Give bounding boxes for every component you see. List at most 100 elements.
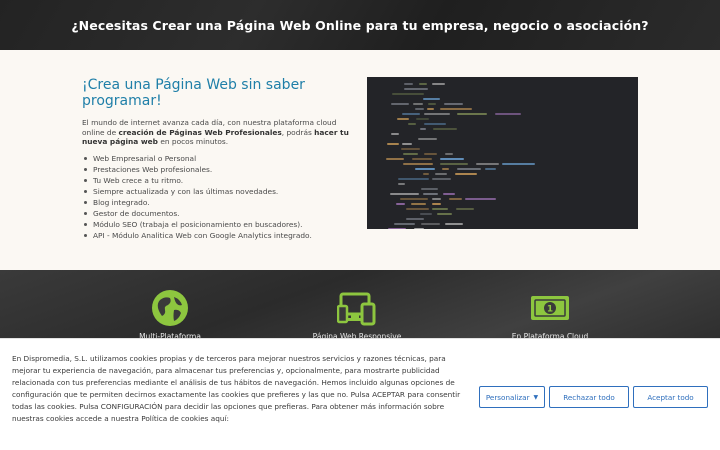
service-cloud: 1 En Plataforma Cloud — [490, 288, 610, 341]
code-line-mark — [424, 153, 437, 155]
code-line-mark — [442, 168, 449, 170]
code-line-mark — [457, 113, 487, 115]
code-line-mark — [397, 118, 409, 120]
code-line-mark — [485, 168, 496, 170]
code-line-mark — [401, 148, 420, 150]
code-line-mark — [416, 118, 429, 120]
code-line-mark — [404, 83, 413, 85]
code-line-mark — [433, 128, 457, 130]
cookie-text: En Dispromedia, S.L. utilizamos cookies … — [12, 354, 461, 424]
code-line-mark — [388, 228, 406, 229]
code-line-mark — [391, 133, 399, 135]
code-line-mark — [432, 198, 441, 200]
code-line-mark — [419, 83, 427, 85]
code-line-mark — [476, 163, 499, 165]
personalize-label: Personalizar — [485, 392, 530, 402]
code-line-mark — [424, 123, 446, 125]
code-line-mark — [400, 198, 428, 200]
code-line-mark — [432, 178, 451, 180]
top-banner: ¿Necesitas Crear una Página Web Online p… — [0, 0, 720, 50]
code-line-mark — [387, 143, 399, 145]
feature-item: Siempre actualizada y con las últimas no… — [82, 186, 354, 197]
feature-item: Blog integrado. — [82, 197, 354, 208]
paragraph-bold: creación de Páginas Web Profesionales — [118, 127, 282, 137]
devices-icon — [337, 292, 376, 326]
service-multiplatform: Multi-Plataforma — [110, 288, 230, 341]
code-line-mark — [404, 88, 428, 90]
intro-heading: ¡Crea una Página Web sin saber programar… — [82, 77, 305, 109]
code-line-mark — [402, 143, 412, 145]
paragraph-text: , podrás — [281, 127, 315, 137]
globe-icon — [152, 290, 188, 326]
code-line-mark — [445, 223, 463, 225]
code-line-mark — [432, 203, 441, 205]
svg-text:1: 1 — [547, 305, 553, 315]
code-line-mark — [502, 163, 535, 165]
code-line-mark — [423, 173, 429, 175]
code-line-mark — [413, 103, 423, 105]
code-line-mark — [398, 183, 405, 185]
code-line-mark — [421, 188, 438, 190]
code-line-mark — [390, 193, 419, 195]
code-line-mark — [423, 193, 438, 195]
code-line-mark — [415, 168, 435, 170]
code-line-mark — [443, 193, 455, 195]
feature-item: Tu Web crece a tu ritmo. — [82, 175, 354, 186]
code-line-mark — [392, 93, 424, 95]
code-line-mark — [398, 178, 429, 180]
code-line-mark — [421, 223, 440, 225]
code-line-mark — [427, 108, 434, 110]
code-line-mark — [424, 113, 450, 115]
personalize-button[interactable]: Personalizar ▼ — [479, 386, 545, 408]
code-line-mark — [457, 168, 481, 170]
code-line-mark — [394, 223, 415, 225]
code-line-mark — [432, 208, 448, 210]
code-line-mark — [403, 153, 418, 155]
code-line-mark — [428, 103, 436, 105]
code-line-mark — [444, 103, 463, 105]
code-line-mark — [386, 158, 404, 160]
feature-item: Módulo SEO (trabaja el posicionamiento e… — [82, 219, 354, 230]
code-line-mark — [396, 203, 405, 205]
code-line-mark — [406, 208, 429, 210]
feature-list: Web Empresarial o Personal Prestaciones … — [82, 153, 354, 241]
service-responsive: Página Web Responsive — [297, 288, 417, 341]
intro-section: ¡Crea una Página Web sin saber programar… — [0, 50, 720, 270]
code-line-mark — [418, 138, 437, 140]
intro-paragraph: El mundo de internet avanza cada día, co… — [82, 118, 354, 147]
feature-item: Prestaciones Web profesionales. — [82, 164, 354, 175]
accept-all-button[interactable]: Aceptar todo — [633, 386, 708, 408]
intro-text: ¡Crea una Página Web sin saber programar… — [82, 77, 354, 241]
code-line-mark — [420, 128, 426, 130]
banner-title: ¿Necesitas Crear una Página Web Online p… — [71, 17, 649, 33]
code-line-mark — [445, 153, 453, 155]
code-line-mark — [414, 228, 424, 229]
paragraph-text: en pocos minutos. — [157, 137, 229, 147]
code-line-mark — [420, 213, 432, 215]
code-screenshot-image — [367, 77, 638, 229]
code-line-mark — [440, 158, 464, 160]
code-line-mark — [456, 208, 474, 210]
feature-item: Gestor de documentos. — [82, 208, 354, 219]
feature-item: Web Empresarial o Personal — [82, 153, 354, 164]
code-line-mark — [403, 163, 433, 165]
code-line-mark — [411, 203, 426, 205]
feature-item: API - Módulo Analitica Web con Google An… — [82, 230, 354, 241]
caret-down-icon: ▼ — [533, 393, 539, 401]
code-line-mark — [415, 108, 424, 110]
code-line-mark — [408, 123, 416, 125]
code-line-mark — [449, 198, 462, 200]
code-line-mark — [391, 103, 409, 105]
code-line-mark — [435, 173, 447, 175]
code-line-mark — [465, 198, 496, 200]
code-line-mark — [495, 113, 521, 115]
code-line-mark — [402, 113, 420, 115]
reject-all-button[interactable]: Rechazar todo — [549, 386, 629, 408]
code-line-mark — [423, 98, 440, 100]
cookie-banner: En Dispromedia, S.L. utilizamos cookies … — [0, 338, 720, 450]
code-line-mark — [432, 83, 445, 85]
money-icon: 1 — [531, 296, 569, 320]
code-line-mark — [437, 213, 452, 215]
code-line-mark — [455, 173, 477, 175]
code-line-mark — [412, 158, 432, 160]
